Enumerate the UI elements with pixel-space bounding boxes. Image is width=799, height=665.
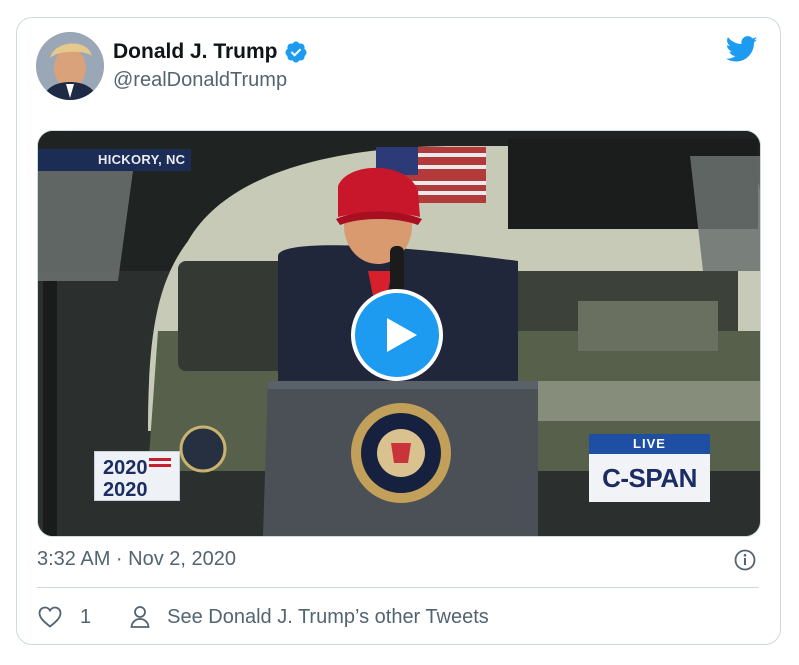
location-banner: HICKORY, NC xyxy=(38,149,191,171)
badge-text-bottom: 2020 xyxy=(103,479,148,500)
live-label: LIVE xyxy=(589,434,710,454)
author-name[interactable]: Donald J. Trump xyxy=(113,40,278,64)
see-other-tweets-link[interactable]: See Donald J. Trump’s other Tweets xyxy=(167,606,489,629)
avatar-image xyxy=(36,32,104,100)
cspan-bug: LIVE C-SPAN xyxy=(589,434,710,502)
election-2020-badge: 2020 2020 xyxy=(94,451,180,501)
cspan-logo: C-SPAN xyxy=(589,454,710,502)
twitter-bird-icon[interactable] xyxy=(726,36,758,63)
info-icon[interactable] xyxy=(734,549,756,571)
heart-icon[interactable] xyxy=(38,606,62,628)
play-button[interactable] xyxy=(351,289,443,381)
avatar[interactable] xyxy=(36,32,104,100)
author-name-row[interactable]: Donald J. Trump xyxy=(113,40,308,64)
play-icon xyxy=(387,318,417,352)
divider xyxy=(37,587,759,588)
video-player[interactable]: HICKORY, NC 2020 2020 LIVE C-SPAN xyxy=(37,130,761,537)
tweet-actions: 1 See Donald J. Trump’s other Tweets xyxy=(38,603,489,631)
verified-badge-icon xyxy=(285,41,307,63)
tweet-timestamp[interactable]: 3:32 AM · Nov 2, 2020 xyxy=(37,548,236,571)
badge-text-top: 2020 xyxy=(103,457,148,479)
person-icon xyxy=(130,606,150,628)
author-handle[interactable]: @realDonaldTrump xyxy=(113,69,287,92)
election-2020-logo: 2020 2020 xyxy=(103,457,171,500)
like-count[interactable]: 1 xyxy=(80,606,91,629)
